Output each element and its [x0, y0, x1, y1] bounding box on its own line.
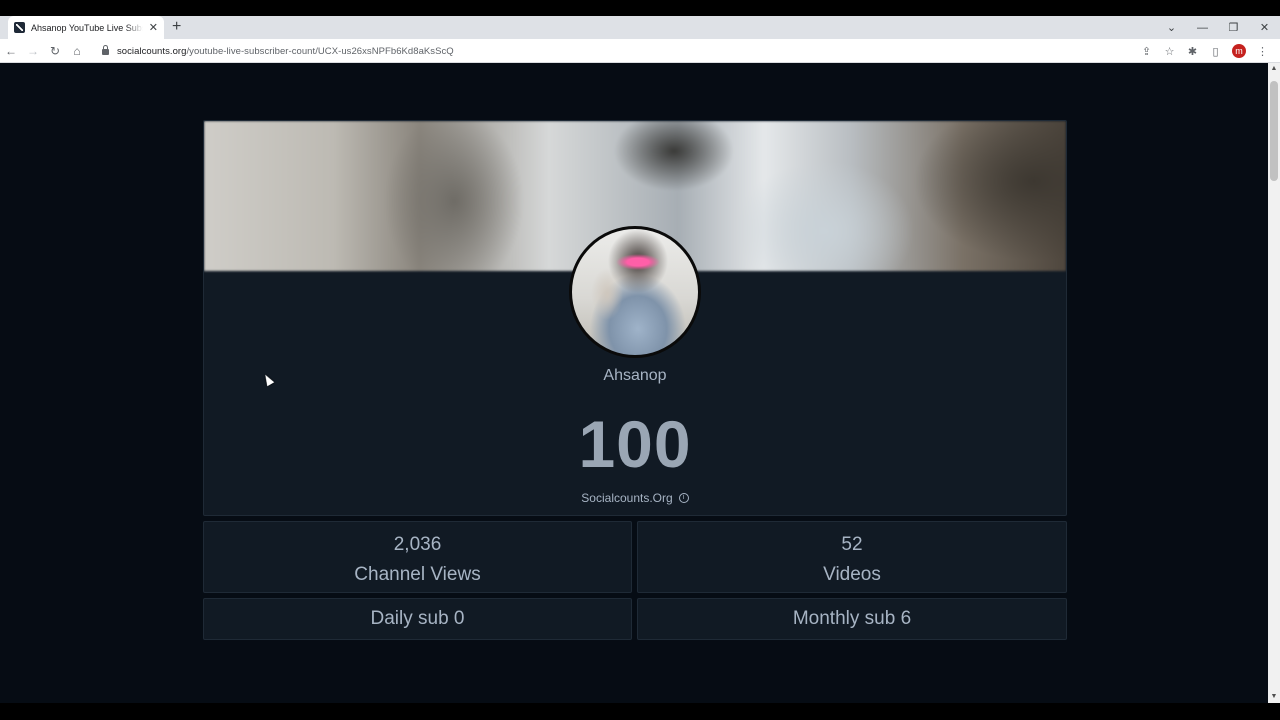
reload-button[interactable]: ↻ — [44, 44, 66, 58]
close-tab-icon[interactable]: ✕ — [149, 21, 158, 34]
address-bar[interactable]: socialcounts.org/youtube-live-subscriber… — [96, 42, 1136, 60]
videos-label: Videos — [823, 564, 881, 585]
window-controls: ⌄ — ❐ ✕ — [1156, 16, 1280, 39]
channel-views-box: 2,036 Channel Views — [203, 521, 632, 593]
minimize-button[interactable]: — — [1187, 22, 1218, 34]
extensions-icon[interactable]: ✱ — [1181, 45, 1204, 58]
channel-views-value: 2,036 — [393, 534, 442, 555]
site-favicon-icon — [14, 22, 25, 33]
side-panel-icon[interactable]: ▯ — [1204, 45, 1227, 58]
close-window-button[interactable]: ✕ — [1249, 21, 1280, 34]
url-path: /youtube-live-subscriber-count/UCX-us26x… — [186, 45, 454, 57]
scroll-thumb[interactable] — [1270, 81, 1278, 181]
channel-views-label: Channel Views — [354, 564, 481, 585]
channel-card: Ahsanop 100 Socialcounts.Org i — [203, 120, 1067, 516]
screen-top-bar — [0, 0, 1280, 16]
tab-title: Ahsanop YouTube Live Subscriber Count — [30, 22, 143, 33]
browser-tab[interactable]: Ahsanop YouTube Live Subscriber Count ✕ — [8, 16, 164, 39]
videos-box: 52 Videos — [637, 521, 1067, 593]
share-icon[interactable]: ⇪ — [1135, 45, 1158, 58]
source-line: Socialcounts.Org i — [204, 491, 1066, 505]
page-content: Ahsanop 100 Socialcounts.Org i 2,036 Cha… — [0, 63, 1268, 703]
toolbar-actions: ⇪ ☆ ✱ ▯ m ⋮ — [1135, 39, 1274, 63]
forward-button[interactable]: → — [22, 44, 44, 58]
scroll-up-arrow-icon[interactable]: ▲ — [1270, 65, 1278, 73]
back-button[interactable]: ← — [0, 44, 22, 58]
profile-avatar[interactable]: m — [1232, 44, 1246, 58]
daily-sub-box: Daily sub 0 — [203, 598, 632, 640]
restore-button[interactable]: ❐ — [1218, 21, 1249, 34]
source-label: Socialcounts.Org — [581, 491, 673, 505]
subscriber-count: 100 — [578, 407, 692, 481]
browser-toolbar: ← → ↻ ⌂ socialcounts.org/youtube-live-su… — [0, 39, 1280, 63]
menu-kebab-icon[interactable]: ⋮ — [1251, 45, 1274, 58]
monthly-sub-box: Monthly sub 6 — [637, 598, 1067, 640]
bookmark-star-icon[interactable]: ☆ — [1158, 45, 1181, 58]
home-button[interactable]: ⌂ — [66, 44, 88, 58]
scroll-down-arrow-icon[interactable]: ▼ — [1270, 693, 1278, 701]
screen-bottom-bar — [0, 703, 1280, 720]
page-scrollbar[interactable]: ▲ ▼ — [1268, 63, 1280, 703]
videos-value: 52 — [841, 534, 863, 555]
url-domain: socialcounts.org — [117, 45, 187, 57]
new-tab-button[interactable]: + — [172, 18, 181, 36]
tab-strip: Ahsanop YouTube Live Subscriber Count ✕ … — [0, 16, 1280, 39]
tab-search-icon[interactable]: ⌄ — [1156, 21, 1187, 34]
channel-name: Ahsanop — [603, 367, 667, 384]
channel-avatar — [569, 226, 701, 358]
lock-icon[interactable] — [102, 45, 109, 55]
info-icon[interactable]: i — [678, 493, 689, 503]
